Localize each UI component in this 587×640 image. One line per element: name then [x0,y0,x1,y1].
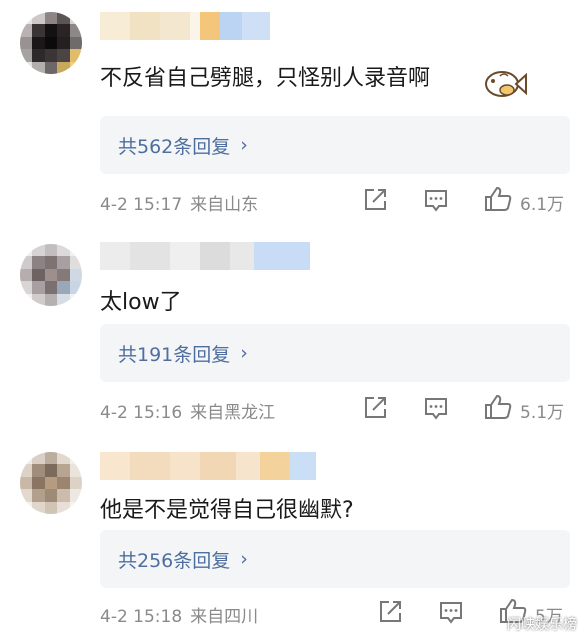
avatar[interactable] [20,452,82,514]
replies-count-label: 共256条回复 [118,549,231,572]
comment-location: 来自山东 [190,195,259,215]
chevron-right-icon: › [240,342,248,364]
like-count: 5.1万 [520,403,565,423]
fish-emoji-icon [480,64,528,106]
chevron-right-icon: › [240,134,248,156]
replies-button[interactable]: 共256条回复 › [100,530,570,588]
comment-text: 不反省自己劈腿，只怪别人录音啊 [100,66,431,91]
share-icon[interactable] [361,394,389,422]
comment-date: 4-2 15:17 [100,195,183,215]
comment-icon[interactable] [422,394,450,422]
watermark: 闪峡娱乐榜 [507,617,577,633]
comment-text: 他是不是觉得自己很幽默? [100,498,354,523]
chevron-right-icon: › [240,548,248,570]
avatar[interactable] [20,244,82,306]
comment-location: 来自黑龙江 [190,403,276,423]
comment-text: 太low了 [100,290,182,315]
username[interactable] [100,12,270,40]
replies-count-label: 共562条回复 [118,135,231,158]
comment-icon[interactable] [437,598,465,626]
replies-count-label: 共191条回复 [118,343,231,366]
username[interactable] [100,242,310,270]
replies-button[interactable]: 共562条回复 › [100,116,570,174]
thumbs-up-icon[interactable] [483,184,512,212]
comment-date: 4-2 15:16 [100,403,183,423]
comment-location: 来自四川 [190,607,259,627]
comment-icon[interactable] [422,186,450,214]
comment-meta: 4-2 15:18 来自四川 [100,602,258,627]
comment-meta: 4-2 15:16 来自黑龙江 [100,398,275,423]
like-count: 6.1万 [520,195,565,215]
comment-date: 4-2 15:18 [100,607,183,627]
avatar[interactable] [20,12,82,74]
thumbs-up-icon[interactable] [483,392,512,420]
share-icon[interactable] [361,186,389,214]
replies-button[interactable]: 共191条回复 › [100,324,570,382]
username[interactable] [100,452,316,480]
comment-meta: 4-2 15:17 来自山东 [100,190,258,215]
share-icon[interactable] [376,598,404,626]
